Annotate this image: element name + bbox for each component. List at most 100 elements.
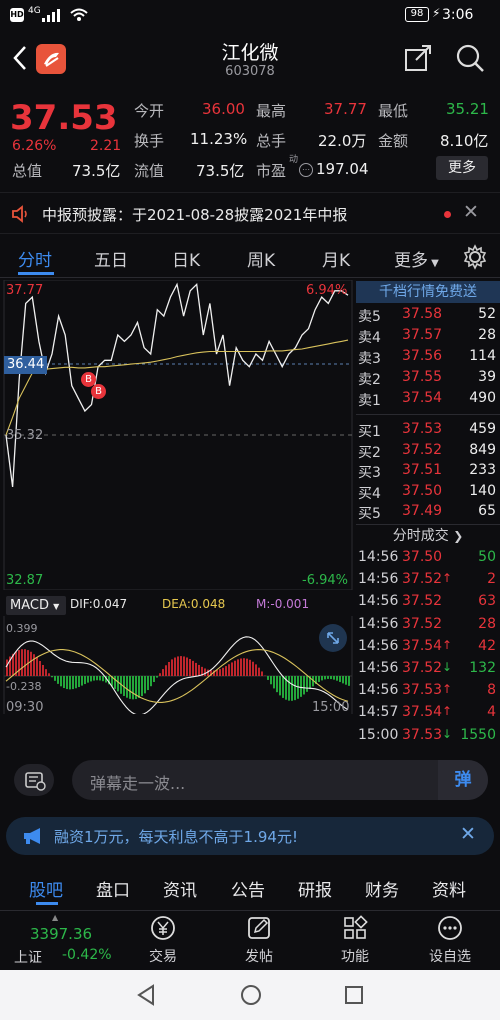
- bid-row[interactable]: 买1 37.53 459: [356, 421, 500, 441]
- ask-row[interactable]: 卖5 37.58 52: [356, 306, 500, 326]
- trade-row: 14:56 37.53 ↑ 8: [356, 682, 500, 704]
- macd-bar: [126, 676, 128, 698]
- home-circle-icon[interactable]: [239, 983, 263, 1007]
- danmu-toggle-button[interactable]: 弹: [438, 760, 488, 800]
- close-notice-icon[interactable]: ✕: [463, 201, 479, 223]
- macd-bar: [180, 656, 182, 676]
- time-start-label: 09:30: [6, 700, 44, 715]
- tab-finance[interactable]: 财务: [365, 876, 399, 901]
- macd-panel[interactable]: MACD ▼ DIF:0.047 DEA:0.048 M:-0.001 0.39…: [0, 592, 355, 722]
- trade-volume: 50: [478, 549, 496, 565]
- battery-level: 98: [410, 8, 424, 19]
- nav-functions[interactable]: 功能: [305, 912, 405, 968]
- macd-bar: [345, 676, 347, 685]
- macd-bar: [102, 676, 104, 682]
- tab-five-day[interactable]: 五日: [94, 246, 128, 271]
- macd-bar: [39, 660, 41, 676]
- danmu-list-icon[interactable]: [14, 764, 54, 796]
- tab-underline: [18, 272, 54, 275]
- macd-bar: [243, 658, 245, 676]
- close-ad-icon[interactable]: ✕: [460, 823, 476, 845]
- notice-text[interactable]: 中报预披露：于2021-08-28披露2021年中报: [42, 204, 347, 225]
- info-tabs: 股吧 盘口 资讯 公告 研报 财务 资料: [0, 862, 500, 910]
- tab-order-book[interactable]: 盘口: [96, 876, 130, 901]
- pe-info-icon[interactable]: ⋯: [299, 163, 313, 177]
- trade-volume: 1550: [460, 726, 496, 743]
- low-value: 35.21: [446, 100, 489, 118]
- macd-bar: [198, 664, 200, 676]
- trade-direction-arrow: ↑: [442, 637, 453, 652]
- bid-volume: 849: [469, 441, 496, 458]
- trade-price: 37.54: [402, 704, 443, 721]
- back-triangle-icon[interactable]: [136, 984, 156, 1006]
- ask-volume: 52: [478, 306, 496, 322]
- bid-row[interactable]: 买4 37.50 140: [356, 483, 500, 503]
- tab-more[interactable]: 更多 ▼: [394, 246, 439, 271]
- tab-monthly-k[interactable]: 月K: [322, 246, 350, 271]
- ask-row[interactable]: 卖4 37.57 28: [356, 327, 500, 347]
- macd-bar: [171, 659, 173, 676]
- ask-price: 37.58: [402, 306, 443, 322]
- macd-bar: [339, 676, 341, 682]
- macd-bar: [150, 676, 152, 687]
- dea-value: DEA:0.048: [162, 597, 226, 611]
- pe-value: 197.04: [316, 160, 369, 178]
- nav-post[interactable]: 发帖: [209, 912, 309, 968]
- trade-detail-title[interactable]: 分时成交 ❯: [356, 524, 500, 546]
- tab-announcements[interactable]: 公告: [231, 876, 265, 901]
- tab-weekly-k[interactable]: 周K: [247, 246, 275, 271]
- macd-bar: [36, 657, 38, 676]
- ask-row[interactable]: 卖3 37.56 114: [356, 348, 500, 368]
- macd-indicator-selector[interactable]: MACD ▼: [6, 596, 66, 615]
- trade-row: 14:56 37.52 ↓ 132: [356, 660, 500, 682]
- danmu-input[interactable]: 弹幕走一波... 弹: [72, 760, 488, 800]
- level-quote-promo-button[interactable]: 千档行情免费送: [356, 281, 500, 303]
- tab-daily-k[interactable]: 日K: [172, 246, 200, 271]
- index-value[interactable]: 3397.36: [30, 925, 92, 943]
- trade-time: 14:56: [358, 571, 399, 588]
- buy-marker[interactable]: B: [91, 384, 106, 399]
- trade-direction-arrow: ↓: [442, 726, 453, 741]
- danmu-placeholder: 弹幕走一波...: [90, 774, 186, 793]
- share-icon[interactable]: [404, 44, 432, 72]
- grid-icon: [344, 915, 368, 939]
- bid-price: 37.49: [402, 503, 443, 519]
- volume-label: 总手: [256, 132, 287, 150]
- ask-row[interactable]: 卖2 37.55 39: [356, 369, 500, 389]
- macd-bar: [174, 657, 176, 676]
- tab-research[interactable]: 研报: [298, 876, 332, 901]
- tab-news[interactable]: 资讯: [163, 876, 197, 901]
- macd-bar: [21, 649, 23, 676]
- nav-trade[interactable]: 交易: [113, 912, 213, 968]
- ask-row[interactable]: 卖1 37.54 490: [356, 390, 500, 410]
- expand-chart-icon[interactable]: [319, 624, 347, 652]
- bid-row[interactable]: 买5 37.49 65: [356, 503, 500, 523]
- nav-trade-label: 交易: [149, 949, 177, 965]
- notice-bar[interactable]: 中报预披露：于2021-08-28披露2021年中报 ✕: [0, 192, 500, 234]
- trade-price: 37.50: [402, 549, 443, 565]
- search-icon[interactable]: [456, 44, 486, 74]
- recent-apps-icon[interactable]: [343, 984, 365, 1006]
- macd-bar: [138, 676, 140, 698]
- more-quote-button[interactable]: 更多: [436, 156, 488, 180]
- ask-price: 37.55: [402, 369, 443, 385]
- nav-add-watchlist[interactable]: 设自选: [400, 912, 500, 968]
- macd-bar: [324, 676, 326, 680]
- ask-price: 37.57: [402, 327, 443, 343]
- bid-row[interactable]: 买2 37.52 849: [356, 442, 500, 462]
- macd-bar: [294, 676, 296, 701]
- intraday-chart[interactable]: 37.77 6.94% 36.44 35.32 32.87 -6.94% B B: [0, 279, 355, 591]
- tab-profile[interactable]: 资料: [432, 876, 466, 901]
- tab-forum[interactable]: 股吧: [29, 876, 63, 901]
- trade-row: 14:57 37.54 ↑ 4: [356, 704, 500, 726]
- macd-bar: [246, 658, 248, 676]
- macd-bar: [282, 676, 284, 698]
- tab-intraday[interactable]: 分时: [18, 246, 52, 271]
- macd-bar: [90, 676, 92, 682]
- settings-gear-icon[interactable]: [462, 244, 488, 270]
- price-line: [5, 282, 349, 487]
- chevron-up-icon[interactable]: ▲: [52, 913, 58, 922]
- financing-ad-banner[interactable]: 融资1万元，每天利息不高于1.94元! ✕: [6, 817, 494, 855]
- bid-row[interactable]: 买3 37.51 233: [356, 462, 500, 482]
- trade-row: 14:56 37.52 ↑ 2: [356, 571, 500, 593]
